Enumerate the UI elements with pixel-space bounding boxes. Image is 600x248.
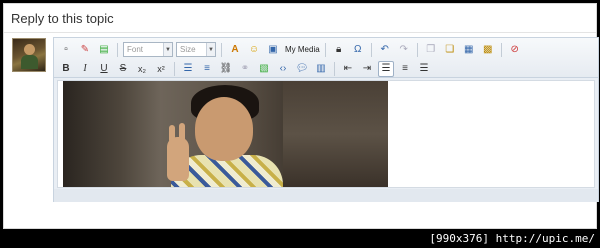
separator [117, 42, 118, 57]
watermark: [990x376] http://upic.me/ [429, 232, 595, 245]
undo-icon[interactable]: ↶ [377, 42, 393, 58]
font-color-icon[interactable]: A [227, 42, 243, 58]
quote-icon[interactable]: 💬︎ [294, 61, 310, 77]
toolbar-row-2: B I U S x₂ x² ☰ ≡ ⛓︎ ⚭ ▧ ‹› 💬︎ ▥ ⇤ ⇥ ☰ ≡ [58, 60, 432, 77]
separator [174, 61, 175, 76]
reply-heading: Reply to this topic [11, 11, 114, 26]
media-icon[interactable]: ▣ [265, 42, 281, 58]
paste-text-icon[interactable]: ▤ [96, 42, 112, 58]
spoiler-icon[interactable]: ▥ [313, 61, 329, 77]
spellcheck-icon[interactable]: ⊘ [507, 42, 523, 58]
redo-icon[interactable]: ↷ [396, 42, 412, 58]
editor-content-area[interactable] [57, 80, 595, 188]
editor-resize-bar[interactable] [54, 189, 598, 202]
strike-button[interactable]: S [115, 61, 131, 77]
paste-icon[interactable]: ▦ [461, 42, 477, 58]
bold-button[interactable]: B [58, 61, 74, 77]
separator [500, 42, 502, 57]
numbered-list-icon[interactable]: ≡ [199, 61, 215, 77]
font-select-label: Font [127, 45, 144, 54]
rich-text-editor: ▫ ✎ ▤ Font ▼ Size ▼ A ☺ ▣ My Media 🔒︎ Ω … [53, 37, 599, 202]
chevron-down-icon: ▼ [163, 43, 172, 56]
embedded-photo [63, 81, 388, 187]
eraser-icon[interactable]: ✎ [77, 42, 93, 58]
font-select[interactable]: Font ▼ [123, 42, 173, 57]
editor-toolbar: ▫ ✎ ▤ Font ▼ Size ▼ A ☺ ▣ My Media 🔒︎ Ω … [54, 38, 598, 78]
reply-panel: Reply to this topic ▫ ✎ ▤ Font ▼ Size ▼ … [3, 3, 599, 229]
align-center-icon[interactable]: ≡ [397, 61, 413, 77]
separator [416, 42, 418, 57]
copy-icon[interactable]: ❏ [442, 42, 458, 58]
link-icon[interactable]: ⛓︎ [218, 61, 234, 77]
indent-icon[interactable]: ⇥ [359, 61, 375, 77]
toolbar-row-1: ▫ ✎ ▤ Font ▼ Size ▼ A ☺ ▣ My Media 🔒︎ Ω … [58, 41, 523, 58]
user-avatar [12, 38, 46, 72]
size-select-label: Size [180, 45, 196, 54]
divider [4, 32, 596, 33]
paste-word-icon[interactable]: ▩ [480, 42, 496, 58]
my-media-label[interactable]: My Media [285, 45, 320, 54]
outdent-icon[interactable]: ⇤ [340, 61, 356, 77]
subscript-button[interactable]: x₂ [134, 61, 150, 77]
separator [221, 42, 222, 57]
chevron-down-icon: ▼ [206, 43, 215, 56]
superscript-button[interactable]: x² [153, 61, 169, 77]
code-icon[interactable]: ‹› [275, 61, 291, 77]
separator [324, 42, 326, 57]
emoticon-icon[interactable]: ☺ [246, 42, 262, 58]
special-char-icon[interactable]: Ω [350, 42, 366, 58]
separator [370, 42, 372, 57]
size-select[interactable]: Size ▼ [176, 42, 216, 57]
unlink-icon[interactable]: ⚭ [237, 61, 253, 77]
bullet-list-icon[interactable]: ☰ [180, 61, 196, 77]
underline-button[interactable]: U [96, 61, 112, 77]
cut-icon[interactable]: ❐ [423, 42, 439, 58]
lock-icon[interactable]: 🔒︎ [331, 42, 347, 58]
image-icon[interactable]: ▧ [256, 61, 272, 77]
source-icon[interactable]: ▫ [58, 42, 74, 58]
separator [334, 61, 335, 76]
align-left-icon[interactable]: ☰ [378, 60, 394, 77]
align-right-icon[interactable]: ☰ [416, 61, 432, 77]
italic-button[interactable]: I [77, 61, 93, 77]
